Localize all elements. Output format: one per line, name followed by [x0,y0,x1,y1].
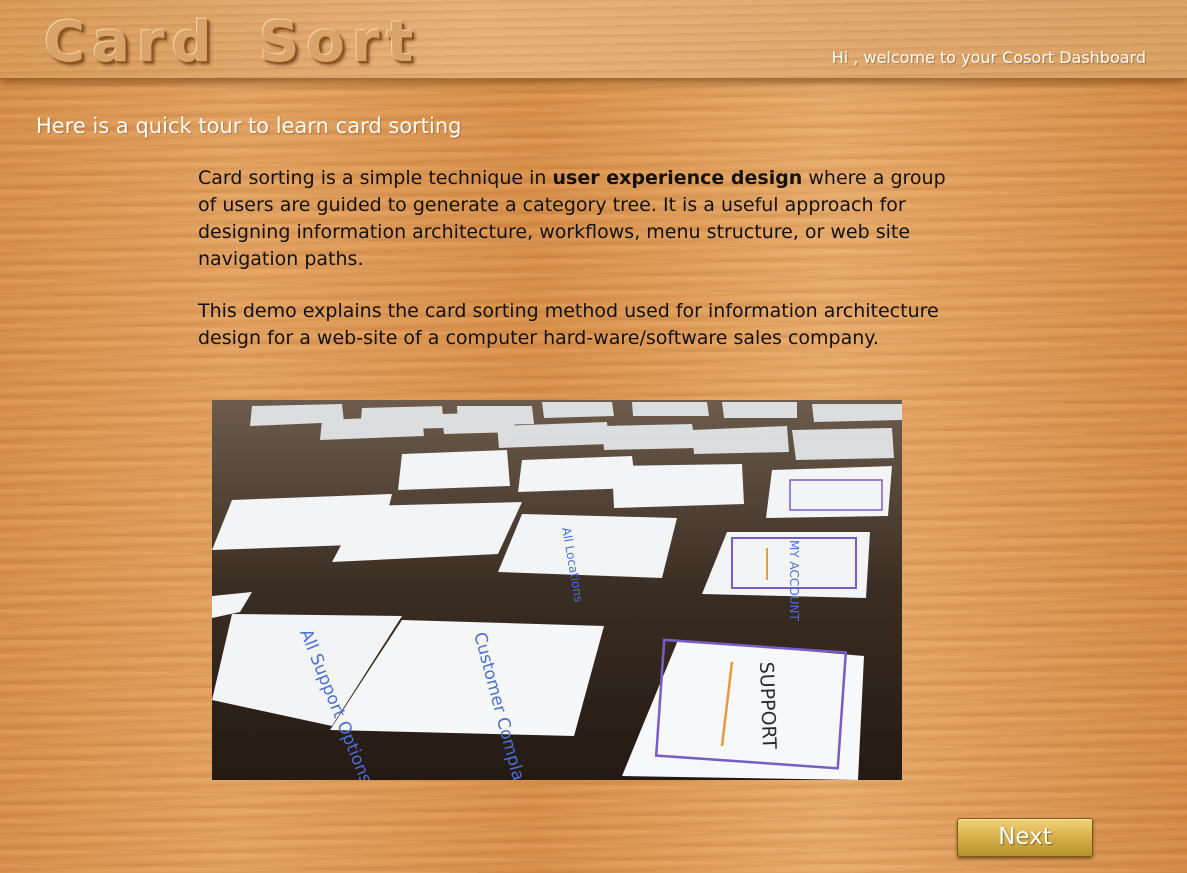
tour-title: Here is a quick tour to learn card sorti… [36,114,462,138]
card-sort-logo: Card Sort [44,10,421,75]
intro-text-part: Card sorting is a simple technique in [198,167,553,189]
card-sorting-illustration: MY ACCOUNT All Locations All Support Opt… [212,400,902,780]
app-header: Card Sort Hi , welcome to your Cosort Da… [0,0,1187,79]
card-label-support: SUPPORT [755,661,780,749]
intro-text: Card sorting is a simple technique in us… [198,165,958,377]
intro-paragraph-2: This demo explains the card sorting meth… [198,300,939,349]
welcome-message: Hi , welcome to your Cosort Dashboard [831,48,1146,67]
card-sorting-photo: MY ACCOUNT All Locations All Support Opt… [212,400,902,780]
highlight-term: user experience design [552,167,803,189]
card-label-my-account: MY ACCOUNT [787,540,801,621]
next-button[interactable]: Next [957,818,1093,857]
intro-paragraph-1: Card sorting is a simple technique in us… [198,165,958,273]
